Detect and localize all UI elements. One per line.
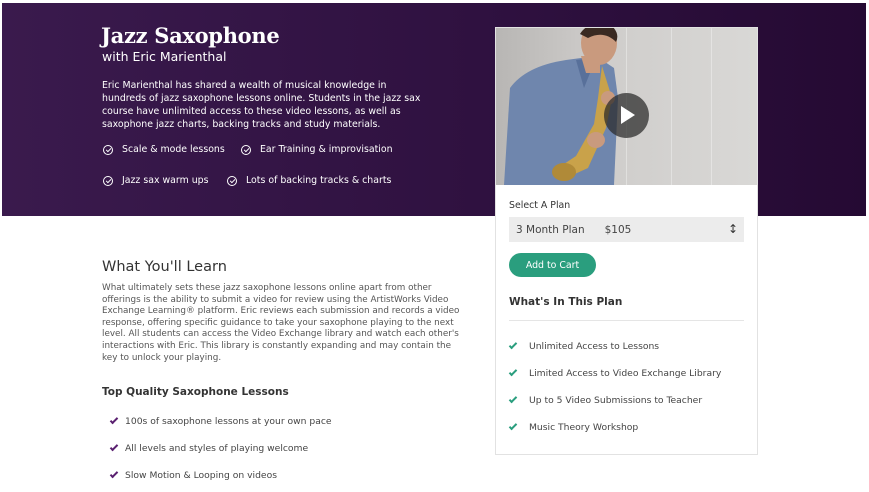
check-circle-icon [241,144,251,155]
list-item-label: 100s of saxophone lessons at your own pa… [125,416,332,427]
checkmark-icon [508,421,518,431]
plan-feature-item: Unlimited Access to Lessons [508,340,660,352]
course-title: Jazz Saxophone [101,23,280,48]
plan-feature-label: Unlimited Access to Lessons [529,341,660,352]
feature-label: Scale & mode lessons [122,144,225,155]
feature-label: Jazz sax warm ups [122,175,209,186]
plan-card: Select A Plan 3 Month Plan $105 ↕ Add to… [495,27,758,455]
checkmark-icon [109,442,119,452]
section-title-top-quality: Top Quality Saxophone Lessons [102,386,289,398]
check-circle-icon [103,144,113,155]
checkmark-icon [508,340,518,350]
list-item: Slow Motion & Looping on videos [109,469,277,481]
feature-label: Lots of backing tracks & charts [246,175,392,186]
checkmark-icon [109,415,119,425]
section-title-learn: What You'll Learn [102,259,227,275]
feature-item: Jazz sax warm ups [103,175,208,186]
feature-item: Scale & mode lessons [103,144,225,155]
course-description: Eric Marienthal has shared a wealth of m… [102,80,421,130]
video-preview[interactable] [496,28,757,185]
instructor-subtitle: with Eric Marienthal [102,49,227,64]
check-circle-icon [227,175,237,186]
select-arrows-icon: ↕ [727,222,738,236]
check-circle-icon [103,175,113,186]
feature-label: Ear Training & improvisation [260,144,393,155]
list-item: 100s of saxophone lessons at your own pa… [109,415,332,427]
checkmark-icon [508,367,518,377]
selected-plan-price: $105 [604,223,632,236]
list-item-label: Slow Motion & Looping on videos [125,470,277,481]
list-item: All levels and styles of playing welcome [109,442,309,454]
plan-feature-item: Up to 5 Video Submissions to Teacher [508,394,703,406]
checkmark-icon [508,394,518,404]
play-icon[interactable] [604,93,649,138]
plan-select[interactable]: 3 Month Plan $105 ↕ [509,217,744,242]
plan-feature-label: Limited Access to Video Exchange Library [529,368,722,379]
plan-feature-item: Limited Access to Video Exchange Library [508,367,722,379]
feature-item: Ear Training & improvisation [241,144,393,155]
divider [509,320,744,321]
checkmark-icon [109,469,119,479]
selected-plan-name: 3 Month Plan [516,223,585,236]
select-plan-label: Select A Plan [509,200,571,211]
plan-feature-label: Music Theory Workshop [529,422,639,433]
plan-feature-item: Music Theory Workshop [508,421,639,433]
learn-description: What ultimately sets these jazz saxophon… [102,283,460,363]
plan-feature-label: Up to 5 Video Submissions to Teacher [529,395,703,406]
plan-includes-heading: What's In This Plan [509,296,623,308]
add-to-cart-button[interactable]: Add to Cart [509,253,596,277]
feature-item: Lots of backing tracks & charts [227,175,391,186]
list-item-label: All levels and styles of playing welcome [125,443,309,454]
